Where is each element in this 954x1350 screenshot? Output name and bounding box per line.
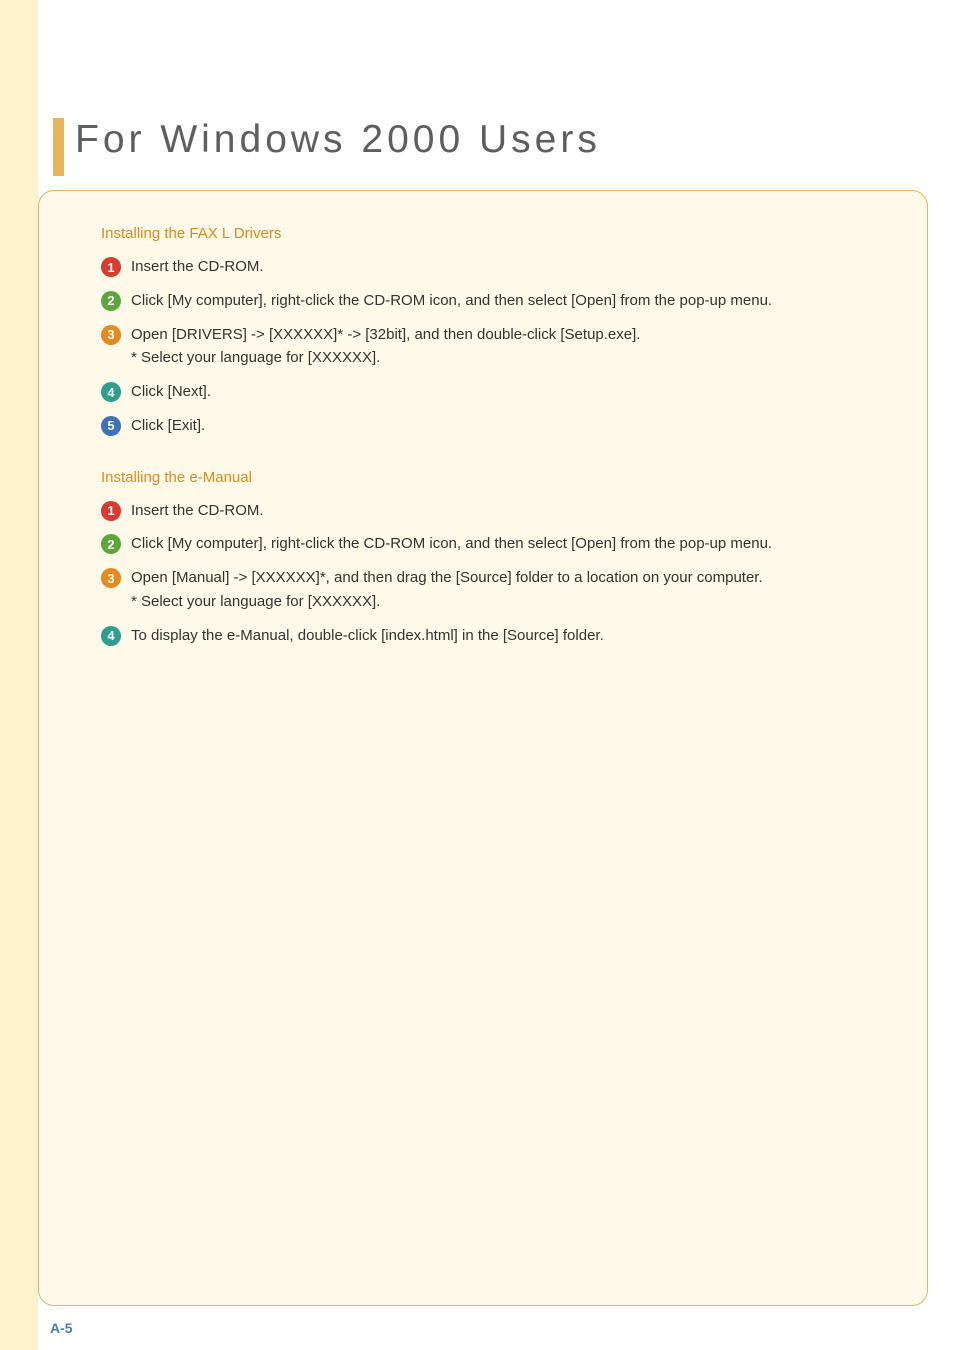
step-text: Insert the CD-ROM. xyxy=(131,256,264,278)
step-text: Insert the CD-ROM. xyxy=(131,500,264,522)
step-text: Open [Manual] -> [XXXXXX]*, and then dra… xyxy=(131,567,763,613)
step-number-icon: 4 xyxy=(101,626,121,646)
section-spacer xyxy=(101,449,877,469)
step-text-main: Open [DRIVERS] -> [XXXXXX]* -> [32bit], … xyxy=(131,326,640,343)
step-number-icon: 4 xyxy=(101,382,121,402)
section-title-emanual: Installing the e-Manual xyxy=(101,469,877,486)
step-text: Click [Exit]. xyxy=(131,415,205,437)
step-number-icon: 1 xyxy=(101,257,121,277)
left-margin-bar xyxy=(0,0,38,1350)
page: For Windows 2000 Users Installing the FA… xyxy=(0,0,954,1350)
drivers-step-5: 5 Click [Exit]. xyxy=(101,415,877,437)
step-text: Click [Next]. xyxy=(131,381,211,403)
emanual-step-1: 1 Insert the CD-ROM. xyxy=(101,500,877,522)
drivers-step-3: 3 Open [DRIVERS] -> [XXXXXX]* -> [32bit]… xyxy=(101,324,877,370)
emanual-step-2: 2 Click [My computer], right-click the C… xyxy=(101,533,877,555)
step-number-icon: 3 xyxy=(101,568,121,588)
heading-accent-tab xyxy=(53,118,64,176)
step-number-icon: 2 xyxy=(101,534,121,554)
drivers-step-4: 4 Click [Next]. xyxy=(101,381,877,403)
drivers-step-2: 2 Click [My computer], right-click the C… xyxy=(101,290,877,312)
step-text: Click [My computer], right-click the CD-… xyxy=(131,290,772,312)
step-number-icon: 1 xyxy=(101,501,121,521)
page-number: A-5 xyxy=(50,1320,73,1336)
step-text-sub: * Select your language for [XXXXXX]. xyxy=(131,347,640,369)
step-number-icon: 2 xyxy=(101,291,121,311)
step-text-sub: * Select your language for [XXXXXX]. xyxy=(131,591,763,613)
page-heading: For Windows 2000 Users xyxy=(75,118,601,162)
drivers-step-1: 1 Insert the CD-ROM. xyxy=(101,256,877,278)
step-text: Open [DRIVERS] -> [XXXXXX]* -> [32bit], … xyxy=(131,324,640,370)
step-text: Click [My computer], right-click the CD-… xyxy=(131,533,772,555)
emanual-step-3: 3 Open [Manual] -> [XXXXXX]*, and then d… xyxy=(101,567,877,613)
step-number-icon: 5 xyxy=(101,416,121,436)
step-number-icon: 3 xyxy=(101,325,121,345)
step-text: To display the e-Manual, double-click [i… xyxy=(131,625,604,647)
content-panel: Installing the FAX L Drivers 1 Insert th… xyxy=(38,190,928,1306)
section-title-drivers: Installing the FAX L Drivers xyxy=(101,225,877,242)
emanual-step-4: 4 To display the e-Manual, double-click … xyxy=(101,625,877,647)
step-text-main: Open [Manual] -> [XXXXXX]*, and then dra… xyxy=(131,569,763,586)
